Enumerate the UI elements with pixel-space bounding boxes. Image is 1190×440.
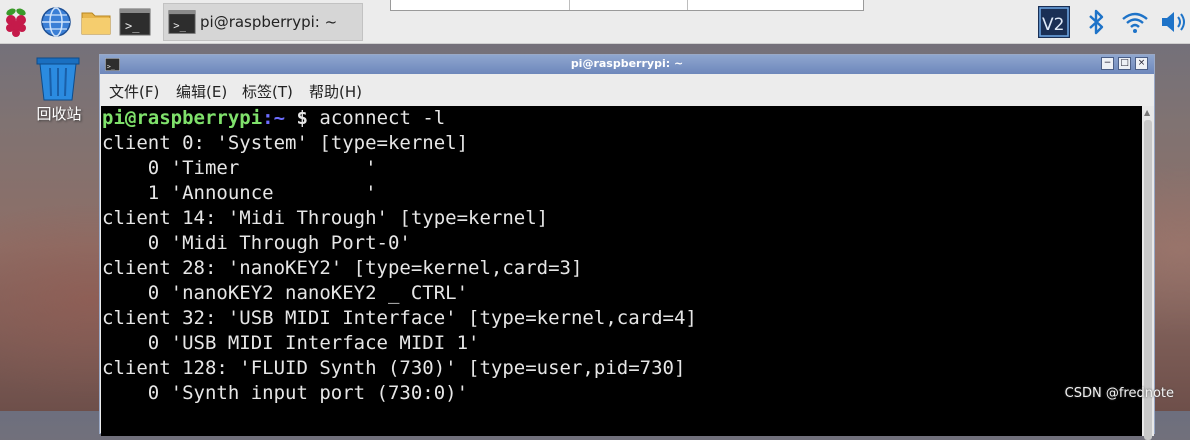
output-line: client 0: 'System' [type=kernel]: [102, 132, 469, 154]
file-manager-icon[interactable]: [80, 6, 112, 38]
close-button[interactable]: ×: [1135, 57, 1148, 70]
minimize-icon: −: [1103, 58, 1112, 68]
raspberry-menu-icon[interactable]: [0, 6, 32, 38]
terminal-console[interactable]: pi@raspberrypi:~ $ aconnect -l client 0:…: [101, 106, 1142, 436]
terminal-icon[interactable]: >_: [119, 6, 151, 38]
output-line: 0 'Synth input port (730:0)': [102, 382, 469, 404]
vnc-icon[interactable]: V2: [1038, 6, 1070, 38]
output-line: 0 'Timer ': [102, 157, 377, 179]
maximize-icon: □: [1120, 58, 1129, 68]
command-text: aconnect -l: [307, 107, 446, 129]
task-button-label: pi@raspberrypi: ~: [200, 13, 338, 31]
svg-text:>_: >_: [125, 19, 140, 33]
minimize-button[interactable]: −: [1101, 57, 1114, 70]
menu-help[interactable]: 帮助(H): [309, 81, 362, 102]
output-line: client 14: 'Midi Through' [type=kernel]: [102, 207, 549, 229]
output-line: 0 'Midi Through Port-0': [102, 232, 411, 254]
close-icon: ×: [1137, 58, 1146, 68]
svg-text:>_: >_: [173, 20, 186, 32]
output-line: client 28: 'nanoKEY2' [type=kernel,card=…: [102, 257, 583, 279]
menu-edit[interactable]: 编辑(E): [176, 81, 227, 102]
terminal-window: >_ pi@raspberrypi: ~ − □ × 文件(F) 编辑(E) 标…: [99, 54, 1155, 440]
bluetooth-icon[interactable]: [1080, 6, 1112, 38]
watermark: CSDN @frednote: [1064, 386, 1174, 401]
output-line: 0 'USB MIDI Interface MIDI 1': [102, 332, 480, 354]
menu-tabs[interactable]: 标签(T): [242, 81, 293, 102]
web-browser-icon[interactable]: [40, 6, 72, 38]
output-line: client 128: 'FLUID Synth (730)' [type=us…: [102, 357, 686, 379]
prompt-line: pi@raspberrypi:~ $ aconnect -l: [102, 106, 445, 131]
volume-icon[interactable]: [1158, 6, 1190, 38]
scroll-up-icon[interactable]: ▲: [1144, 108, 1150, 117]
prompt-user: pi@raspberrypi: [102, 107, 263, 129]
output-line: 0 'nanoKEY2 nanoKEY2 _ CTRL': [102, 282, 469, 304]
taskbar: >_ >_ pi@raspberrypi: ~ V2: [0, 0, 1190, 44]
menu-file[interactable]: 文件(F): [109, 81, 159, 102]
maximize-button[interactable]: □: [1118, 57, 1131, 70]
prompt-path: :~: [262, 107, 286, 129]
window-titlebar[interactable]: >_ pi@raspberrypi: ~ − □ ×: [100, 55, 1154, 74]
svg-text:V2: V2: [1042, 15, 1064, 35]
output-line: 1 'Announce ': [102, 182, 377, 204]
output-line: client 32: 'USB MIDI Interface' [type=ke…: [102, 307, 697, 329]
trash-label: 回收站: [36, 105, 82, 123]
terminal-task-button[interactable]: >_ pi@raspberrypi: ~: [163, 3, 363, 41]
menu-bar: 文件(F) 编辑(E) 标签(T) 帮助(H): [100, 75, 1154, 105]
wifi-icon[interactable]: [1119, 6, 1151, 38]
terminal-task-icon: >_: [168, 10, 196, 34]
prompt-symbol: $: [296, 107, 308, 129]
window-title: pi@raspberrypi: ~: [570, 57, 684, 70]
window-thumbnail-strip: [390, 0, 864, 11]
